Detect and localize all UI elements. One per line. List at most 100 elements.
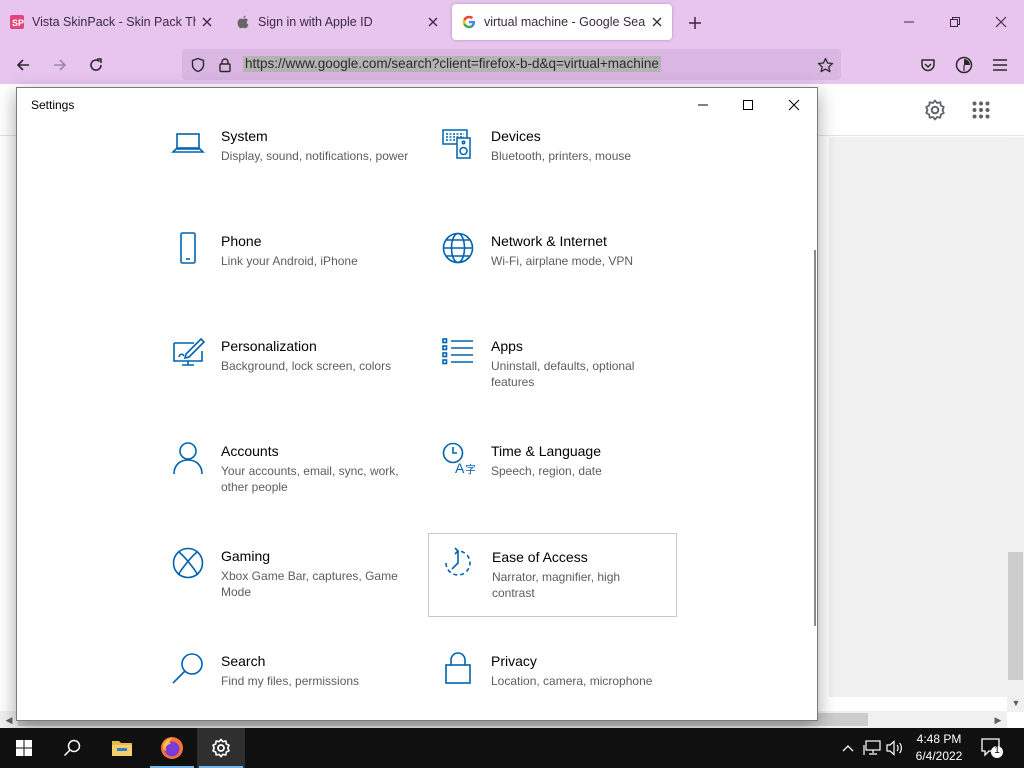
firefox-taskbar-icon[interactable]	[148, 728, 196, 768]
ease-of-access-icon	[441, 546, 475, 580]
tab-google-search[interactable]: virtual machine - Google Search	[452, 4, 672, 40]
reload-icon[interactable]	[83, 52, 109, 78]
gear-icon[interactable]	[923, 98, 947, 122]
settings-tile-privacy[interactable]: Privacy Location, camera, microphone	[441, 651, 691, 735]
tile-description: Xbox Game Bar, captures, Game Mode	[221, 569, 398, 599]
svg-text:SP: SP	[12, 18, 24, 28]
tile-name: Ease of Access	[492, 549, 588, 565]
tile-description: Display, sound, notifications, power	[221, 149, 409, 163]
firefox-account-icon[interactable]	[951, 52, 977, 78]
tile-name: Time & Language	[491, 443, 601, 459]
clock-time: 4:48 PM	[916, 732, 962, 746]
phone-icon	[171, 231, 205, 265]
settings-tile-phone[interactable]: Phone Link your Android, iPhone	[171, 231, 421, 315]
start-windows-icon[interactable]	[0, 728, 48, 768]
apple-favicon-icon	[236, 15, 250, 29]
tile-description: Find my files, permissions	[221, 674, 360, 688]
padlock-icon[interactable]	[215, 55, 235, 75]
skinpack-favicon-icon: SP	[10, 15, 24, 29]
tile-description: Narrator, magnifier, high contrast	[492, 570, 621, 600]
settings-window: Settings System Display, sound, notifica…	[16, 87, 818, 721]
clock-date: 6/4/2022	[915, 749, 963, 763]
settings-scrollbar[interactable]	[814, 250, 816, 626]
tile-name: System	[221, 128, 268, 144]
settings-tile-accounts[interactable]: Accounts Your accounts, email, sync, wor…	[171, 441, 421, 525]
tile-name: Gaming	[221, 548, 271, 564]
settings-tile-system[interactable]: System Display, sound, notifications, po…	[171, 126, 421, 210]
search-icon	[171, 651, 205, 685]
xbox-icon	[171, 546, 205, 580]
tile-name: Personalization	[221, 338, 317, 354]
settings-tile-gaming[interactable]: Gaming Xbox Game Bar, captures, Game Mod…	[171, 546, 421, 630]
settings-tile-personalization[interactable]: Personalization Background, lock screen,…	[171, 336, 421, 420]
close-tab-icon[interactable]	[196, 11, 218, 33]
svg-text:A: A	[455, 460, 465, 475]
settings-tile-time-language[interactable]: A字 Time & Language Speech, region, date	[441, 441, 691, 525]
laptop-icon	[171, 126, 205, 160]
close-tab-icon[interactable]	[646, 11, 668, 33]
settings-tile-apps[interactable]: Apps Uninstall, defaults, optional featu…	[441, 336, 691, 420]
url-text[interactable]: https://www.google.com/search?client=fir…	[243, 56, 661, 72]
settings-tile-search[interactable]: Search Find my files, permissions	[171, 651, 421, 735]
scroll-left-arrow-icon[interactable]: ◀	[2, 713, 16, 727]
notification-count-badge: 1	[994, 745, 1000, 756]
restore-icon[interactable]	[943, 10, 967, 34]
svg-text:字: 字	[465, 462, 475, 475]
tab-vista-skinpack[interactable]: SP Vista SkinPack - Skin Pack Ther	[0, 4, 222, 40]
notification-center-icon[interactable]: 1	[980, 736, 1004, 760]
tile-name: Accounts	[221, 443, 279, 459]
tab-title: Vista SkinPack - Skin Pack Ther	[32, 15, 196, 29]
person-icon	[171, 441, 205, 475]
scroll-down-arrow-icon[interactable]: ▼	[1009, 696, 1023, 710]
tab-title: virtual machine - Google Search	[484, 15, 646, 29]
apps-grid-icon[interactable]	[969, 98, 993, 122]
tile-name: Privacy	[491, 653, 537, 669]
google-favicon-icon	[462, 15, 476, 29]
tile-description: Uninstall, defaults, optional features	[491, 359, 635, 389]
close-tab-icon[interactable]	[422, 11, 444, 33]
tile-name: Phone	[221, 233, 262, 249]
back-arrow-icon[interactable]	[10, 52, 36, 78]
taskbar-clock[interactable]: 4:48 PM 6/4/2022	[908, 731, 970, 765]
browser-tab-strip: SP Vista SkinPack - Skin Pack Ther Sign …	[0, 0, 1024, 44]
tab-apple-id[interactable]: Sign in with Apple ID	[226, 4, 448, 40]
file-explorer-folder-icon[interactable]	[98, 728, 146, 768]
minimize-icon[interactable]	[686, 92, 720, 118]
vertical-scroll-thumb[interactable]	[1008, 552, 1023, 680]
maximize-icon[interactable]	[731, 92, 765, 118]
chevron-up-icon[interactable]	[838, 738, 858, 758]
tile-description: Your accounts, email, sync, work, other …	[221, 464, 399, 494]
address-bar[interactable]: https://www.google.com/search?client=fir…	[182, 49, 841, 80]
close-window-icon[interactable]	[989, 10, 1013, 34]
bookmark-star-icon[interactable]	[815, 55, 835, 75]
minimize-icon[interactable]	[897, 10, 921, 34]
close-icon[interactable]	[777, 92, 811, 118]
settings-tile-ease-of-access[interactable]: Ease of Access Narrator, magnifier, high…	[428, 533, 677, 617]
tile-name: Devices	[491, 128, 541, 144]
network-icon[interactable]	[862, 738, 882, 758]
tab-title: Sign in with Apple ID	[258, 15, 373, 29]
tile-description: Wi-Fi, airplane mode, VPN	[491, 254, 634, 268]
settings-tile-devices[interactable]: Devices Bluetooth, printers, mouse	[441, 126, 691, 210]
pocket-icon[interactable]	[915, 52, 941, 78]
menu-hamburger-icon[interactable]	[987, 52, 1013, 78]
tile-description: Location, camera, microphone	[491, 674, 653, 688]
globe-icon	[441, 231, 475, 265]
forward-arrow-icon[interactable]	[47, 52, 73, 78]
scroll-right-arrow-icon[interactable]: ▶	[991, 713, 1005, 727]
lock-icon	[441, 651, 475, 685]
settings-tile-network[interactable]: Network & Internet Wi-Fi, airplane mode,…	[441, 231, 691, 315]
time-language-icon: A字	[441, 441, 475, 475]
settings-gear-taskbar-icon[interactable]	[197, 728, 245, 768]
volume-speaker-icon[interactable]	[885, 738, 905, 758]
new-tab-plus-icon[interactable]	[683, 11, 707, 35]
results-side-panel	[829, 137, 1007, 697]
tile-description: Background, lock screen, colors	[221, 359, 392, 373]
taskbar: 4:48 PM 6/4/2022 1	[0, 728, 1024, 768]
tile-description: Bluetooth, printers, mouse	[491, 149, 632, 163]
window-title: Settings	[31, 98, 75, 112]
taskbar-search-icon[interactable]	[48, 728, 96, 768]
tracking-shield-icon[interactable]	[188, 55, 208, 75]
paint-icon	[171, 336, 205, 370]
apps-list-icon	[441, 336, 475, 370]
